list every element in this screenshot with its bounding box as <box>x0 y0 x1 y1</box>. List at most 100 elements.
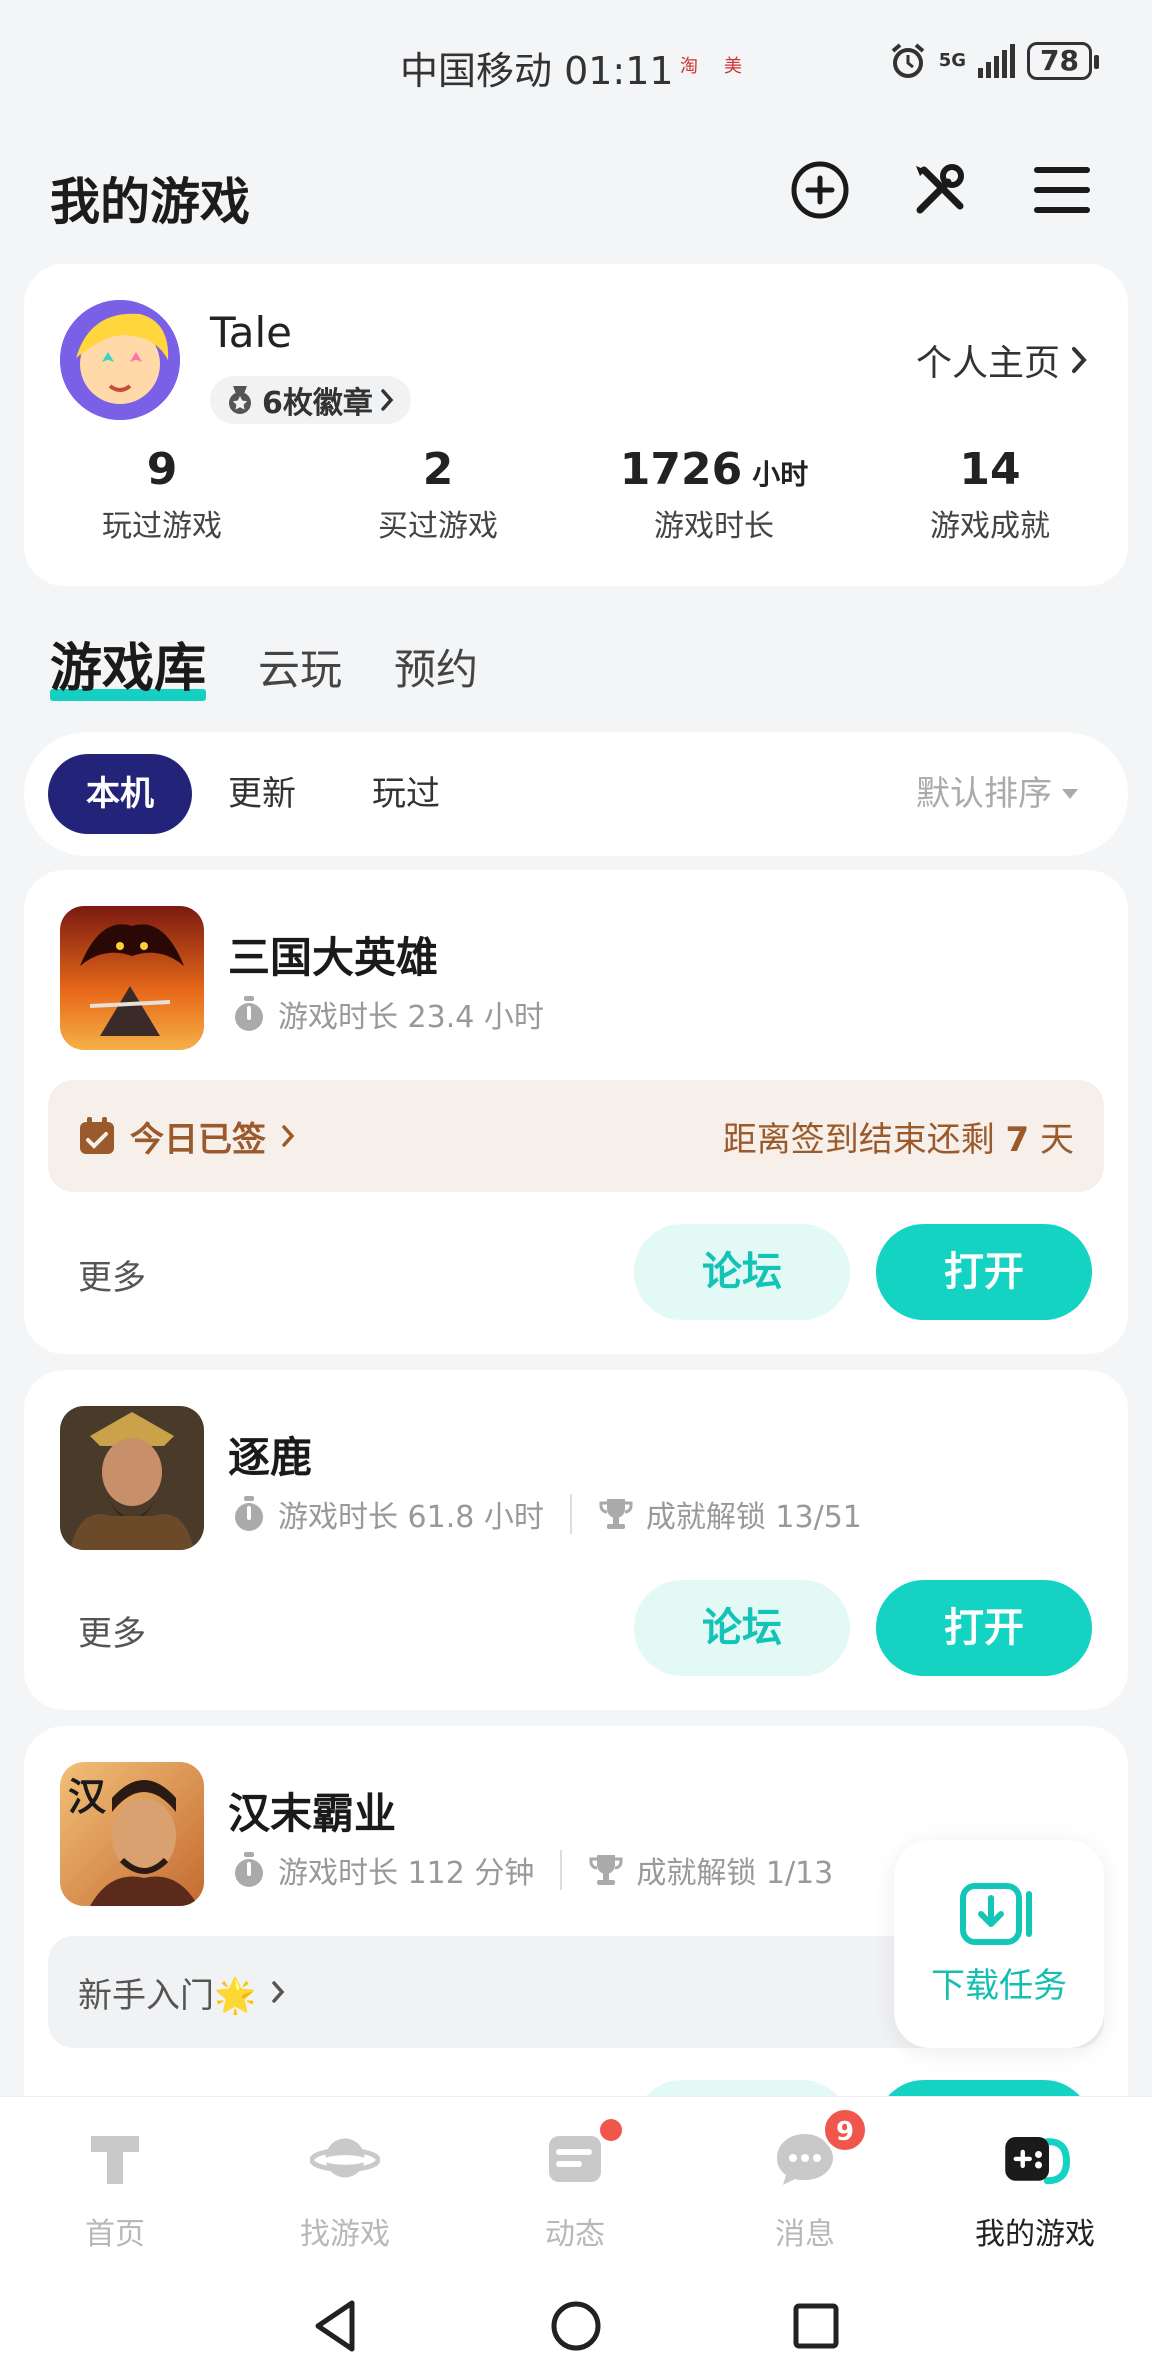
game-card: 逐鹿 游戏时长 61.8 小时 成就解锁 13/51 更多 论坛 打开 <box>24 1370 1128 1710</box>
game-icon[interactable] <box>60 1406 204 1550</box>
game-icon[interactable]: 汉 <box>60 1762 204 1906</box>
page-header: 我的游戏 <box>0 140 1152 240</box>
forum-button[interactable]: 论坛 <box>634 1580 850 1676</box>
calendar-check-icon <box>80 1117 114 1154</box>
back-triangle-icon <box>315 2300 355 2352</box>
game-title: 三国大英雄 <box>228 933 439 982</box>
download-icon <box>960 1882 1032 1945</box>
menu-icon <box>1034 167 1090 213</box>
network-type: 5G <box>938 50 967 71</box>
tab-cloud-play[interactable]: 云玩 <box>258 636 342 697</box>
carrier-time: 中国移动 01:11 <box>400 49 674 93</box>
homepage-label: 个人主页 <box>915 343 1060 384</box>
tab-game-library[interactable]: 游戏库 <box>50 626 207 701</box>
page-title: 我的游戏 <box>50 173 250 231</box>
newbie-guide-label: 新手入门🌟 <box>78 1975 257 2016</box>
game-meta: 游戏时长 61.8 小时 成就解锁 13/51 <box>232 1492 862 1536</box>
stat-label: 买过游戏 <box>378 509 498 544</box>
notification-icon: 淘 <box>680 56 698 77</box>
medal-icon <box>229 386 251 414</box>
trophy-icon <box>589 1855 623 1885</box>
profile-stats: 9 玩过游戏 2 买过游戏 1726 小时 游戏时长 14 游戏成就 <box>24 444 1128 545</box>
recents-square-icon <box>793 2303 839 2349</box>
nav-my-games[interactable]: 我的游戏 <box>920 2097 1150 2276</box>
recents-button[interactable] <box>786 2296 846 2356</box>
achievements: 成就解锁 13/51 <box>645 1500 862 1535</box>
tab-reservations[interactable]: 预约 <box>394 636 478 697</box>
add-circle-icon <box>791 161 849 219</box>
stat-value: 9 <box>146 444 178 495</box>
download-label: 下载任务 <box>931 1965 1067 2006</box>
nav-feed[interactable]: 动态 <box>460 2097 690 2276</box>
playtime: 游戏时长 23.4 小时 <box>278 1000 544 1035</box>
gamepad-icon <box>1005 2137 1070 2185</box>
checkin-countdown: 距离签到结束还剩 7 天 <box>722 1119 1074 1160</box>
stat-label: 玩过游戏 <box>102 509 222 544</box>
stopwatch-icon <box>235 996 263 1031</box>
planet-icon <box>310 2138 380 2178</box>
system-nav-bar <box>0 2276 1152 2376</box>
stat-played-games[interactable]: 9 玩过游戏 <box>24 444 300 545</box>
feed-icon <box>549 2136 601 2182</box>
more-link[interactable]: 更多 <box>78 1606 146 1655</box>
filter-updates[interactable]: 更新 <box>228 754 296 834</box>
nav-messages[interactable]: 9 消息 <box>690 2097 920 2276</box>
stat-bought-games[interactable]: 2 买过游戏 <box>300 444 576 545</box>
avatar[interactable] <box>60 300 180 420</box>
chevron-right-icon <box>381 389 394 411</box>
filter-local[interactable]: 本机 <box>48 754 192 834</box>
homepage-link[interactable]: 个人主页 <box>916 334 1088 386</box>
game-meta: 游戏时长 23.4 小时 <box>232 992 544 1036</box>
trophy-icon <box>599 1499 633 1529</box>
nav-label: 消息 <box>775 2217 835 2252</box>
open-button[interactable]: 打开 <box>876 1224 1092 1320</box>
tools-icon <box>916 164 964 214</box>
stat-achievements[interactable]: 14 游戏成就 <box>852 444 1128 545</box>
open-button[interactable]: 打开 <box>876 1580 1092 1676</box>
more-link[interactable]: 更多 <box>78 1250 146 1299</box>
achievements: 成就解锁 1/13 <box>636 1856 834 1891</box>
nav-label: 动态 <box>545 2217 605 2252</box>
chevron-right-icon <box>282 1125 295 1147</box>
nav-home[interactable]: 首页 <box>0 2097 230 2276</box>
signal-icon <box>978 44 1016 78</box>
nav-label: 首页 <box>85 2217 145 2252</box>
forum-button[interactable]: 论坛 <box>634 1224 850 1320</box>
profile-card: Tale 6枚徽章 个人主页 9 玩过游戏 2 买过游戏 1726 小时 游戏时长… <box>24 264 1128 586</box>
stat-unit: 小时 <box>752 458 809 491</box>
sort-label: 默认排序 <box>916 774 1052 814</box>
nav-discover[interactable]: 找游戏 <box>230 2097 460 2276</box>
game-title: 汉末霸业 <box>228 1789 397 1838</box>
stat-label: 游戏成就 <box>930 509 1050 544</box>
game-meta: 游戏时长 112 分钟 成就解锁 1/13 <box>232 1848 833 1892</box>
checkin-status: 今日已签 <box>130 1119 266 1160</box>
unread-dot <box>600 2119 622 2141</box>
game-icon-glyph: 汉 <box>68 1774 107 1819</box>
username: Tale <box>210 308 292 357</box>
stopwatch-icon <box>235 1852 263 1887</box>
checkin-banner[interactable]: 今日已签 距离签到结束还剩 7 天 <box>48 1080 1104 1192</box>
home-icon <box>91 2136 139 2184</box>
tools-button[interactable] <box>908 158 972 222</box>
playtime: 游戏时长 112 分钟 <box>278 1856 535 1891</box>
nav-label: 我的游戏 <box>975 2217 1095 2252</box>
filter-played[interactable]: 玩过 <box>372 754 440 834</box>
status-bar: 中国移动 01:11 淘 美 5G 78 <box>0 0 1152 130</box>
sort-dropdown[interactable]: 默认排序 <box>916 754 1078 834</box>
back-button[interactable] <box>306 2296 366 2356</box>
download-tasks-button[interactable]: 下载任务 <box>894 1840 1104 2048</box>
home-button[interactable] <box>546 2296 606 2356</box>
days-remaining: 7 <box>1005 1119 1030 1160</box>
game-icon[interactable] <box>60 906 204 1050</box>
bottom-nav: 首页 找游戏 动态 9 消息 我的游戏 <box>0 2096 1152 2276</box>
unread-count-badge: 9 <box>822 2107 868 2153</box>
chevron-right-icon <box>1072 347 1087 373</box>
game-card: 三国大英雄 游戏时长 23.4 小时 今日已签 距离签到结束还剩 7 天 更多 … <box>24 870 1128 1354</box>
meta-divider <box>560 1850 563 1890</box>
badges-button[interactable]: 6枚徽章 <box>210 376 411 424</box>
stat-label: 游戏时长 <box>654 509 774 544</box>
add-game-button[interactable] <box>788 158 852 222</box>
menu-button[interactable] <box>1030 158 1094 222</box>
stat-playtime[interactable]: 1726 小时 游戏时长 <box>576 444 852 545</box>
caret-down-icon <box>1062 789 1078 799</box>
